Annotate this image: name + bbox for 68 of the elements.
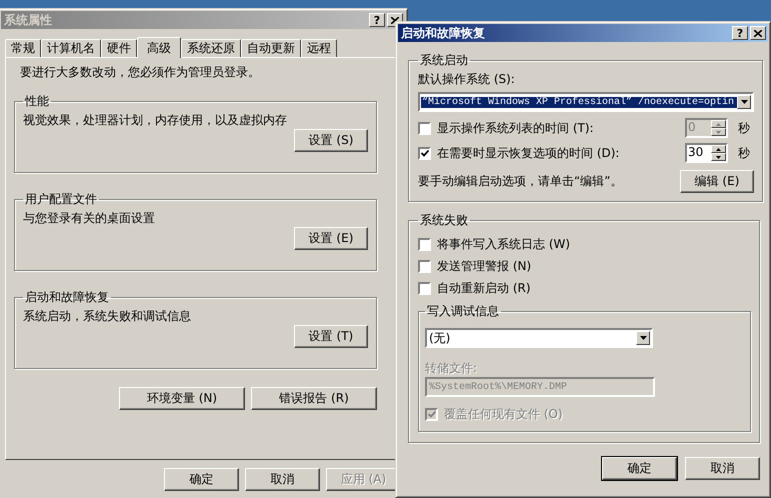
dialog-button[interactable]: 确定: [164, 468, 239, 491]
help-button[interactable]: ?: [732, 26, 748, 40]
field-label: 默认操作系统 (S):: [418, 71, 516, 88]
window-title: 系统属性: [4, 12, 52, 28]
panel-button[interactable]: 环境变量 (N): [119, 387, 245, 410]
tab[interactable]: 硬件: [101, 39, 137, 57]
group-title: 写入调试信息: [426, 303, 500, 320]
checkbox-label: 覆盖任何现有文件 (O): [444, 406, 564, 422]
admin-notice: 要进行大多数改动，您必须作为管理员登录。: [20, 64, 261, 81]
down-arrow-icon: [716, 156, 721, 158]
checkbox[interactable]: [418, 260, 431, 272]
checkmark-icon: [420, 150, 428, 156]
dialog-button[interactable]: 确定: [602, 457, 677, 480]
tab[interactable]: 常规: [5, 39, 41, 57]
checkbox-label: 显示操作系统列表的时间 (T):: [437, 120, 595, 136]
close-icon: [754, 30, 762, 36]
settings-button[interactable]: 设置 (T): [294, 325, 368, 348]
group-title: 系统启动: [419, 52, 469, 69]
checkbox-label: 发送管理警报 (N): [437, 258, 532, 274]
checkbox[interactable]: [418, 146, 431, 160]
up-arrow-icon: [716, 122, 721, 126]
up-arrow-icon: [716, 148, 721, 150]
caret-icon: [640, 336, 646, 340]
debug-type-dropdown[interactable]: (无): [425, 328, 653, 348]
seconds-unit: 秒: [738, 120, 750, 136]
window-title: 启动和故障恢复: [401, 24, 485, 42]
group-description: 视觉效果，处理器计划，内存使用，以及虚拟内存: [23, 112, 288, 129]
tab[interactable]: 远程: [301, 39, 337, 57]
checkbox[interactable]: [418, 238, 431, 250]
group-title: 用户配置文件: [24, 191, 98, 208]
down-arrow-icon: [716, 130, 721, 134]
settings-button[interactable]: 设置 (E): [294, 227, 368, 250]
seconds-spinner[interactable]: 30: [685, 143, 728, 163]
spin-down-button[interactable]: [711, 128, 726, 136]
os-dropdown[interactable]: “Microsoft Windows XP Professional” /noexecute=optin: [418, 92, 754, 112]
checkbox-label: 在需要时显示恢复选项的时间 (D):: [437, 144, 620, 162]
group-title: 性能: [24, 93, 50, 110]
tab[interactable]: 高级: [137, 37, 181, 58]
panel-button[interactable]: 错误报告 (R): [251, 387, 377, 410]
settings-button[interactable]: 设置 (S): [294, 129, 368, 152]
checkbox-label: 自动重新启动 (R): [437, 280, 532, 296]
spinner-value: 30: [687, 145, 704, 161]
spinner-value: 0: [687, 120, 697, 136]
field-label: 转储文件:: [425, 360, 478, 377]
edit-hint: 要手动编辑启动选项，请单击“编辑”。: [418, 173, 622, 190]
dialog-button[interactable]: 取消: [685, 457, 760, 480]
spin-down-button[interactable]: [711, 153, 726, 161]
group-description: 与您登录有关的桌面设置: [23, 210, 156, 227]
group-title: 启动和故障恢复: [24, 289, 110, 306]
tab[interactable]: 系统还原: [181, 39, 241, 57]
tab[interactable]: 自动更新: [241, 39, 301, 57]
edit-button[interactable]: 编辑 (E): [680, 170, 754, 193]
checkmark-icon: [428, 410, 436, 418]
checkbox-label: 将事件写入系统日志 (W): [437, 236, 572, 252]
caret-icon: [740, 100, 748, 104]
dropdown-value: “Microsoft Windows XP Professional” /noexecute=optin: [421, 96, 737, 108]
dropdown-value: (无): [428, 330, 452, 346]
group-title: 系统失败: [419, 212, 469, 229]
checkbox[interactable]: [418, 282, 431, 294]
dialog-button[interactable]: 取消: [245, 468, 320, 491]
seconds-unit: 秒: [738, 144, 750, 162]
spin-up-button[interactable]: [711, 145, 726, 153]
close-button[interactable]: [750, 26, 766, 40]
group-description: 系统启动，系统失败和调试信息: [23, 308, 192, 325]
checkbox[interactable]: [418, 122, 431, 134]
spin-up-button[interactable]: [711, 120, 726, 128]
close-icon: [391, 16, 399, 24]
tab[interactable]: 计算机名: [41, 39, 101, 57]
